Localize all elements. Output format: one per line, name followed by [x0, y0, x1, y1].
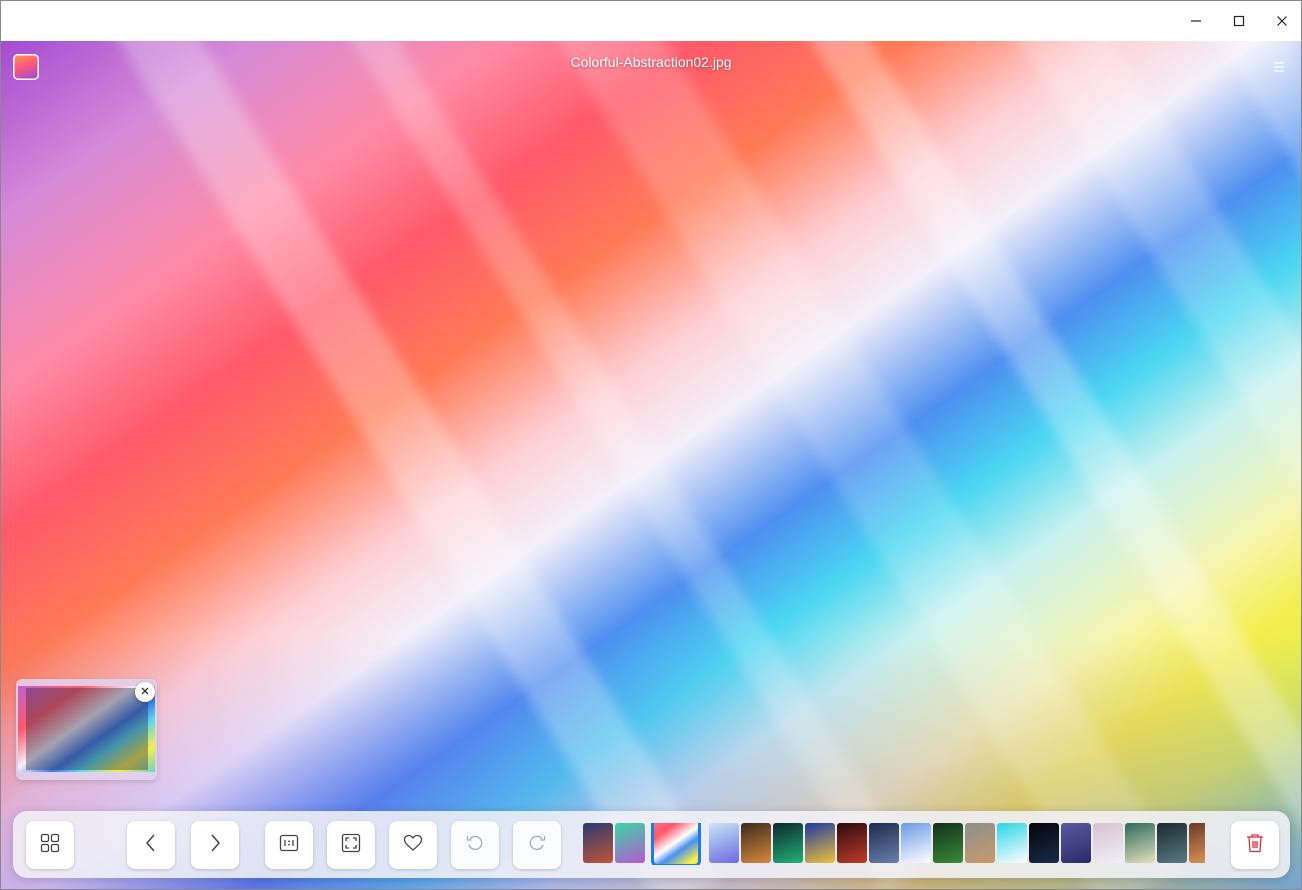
minimize-icon — [1190, 15, 1202, 27]
thumbnail[interactable] — [805, 823, 835, 863]
chevron-left-icon — [144, 833, 158, 858]
maximize-icon — [1233, 15, 1245, 27]
rotate-clockwise-icon — [527, 833, 547, 858]
rotate-left-button[interactable] — [451, 821, 499, 869]
navigation-preview[interactable] — [16, 679, 157, 780]
thumbnail[interactable] — [1093, 823, 1123, 863]
next-button[interactable] — [191, 821, 239, 869]
close-icon — [140, 683, 150, 701]
close-button[interactable] — [1260, 1, 1301, 41]
thumbnail[interactable] — [1029, 823, 1059, 863]
thumbnail[interactable] — [901, 823, 931, 863]
thumbnail-current[interactable] — [651, 823, 701, 865]
thumbnail[interactable] — [583, 823, 613, 863]
navigator-viewport-frame[interactable] — [26, 688, 148, 770]
original-size-button[interactable] — [265, 821, 313, 869]
grid-icon — [40, 833, 60, 858]
fit-window-button[interactable] — [327, 821, 375, 869]
thumbnail[interactable] — [965, 823, 995, 863]
thumbnail[interactable] — [709, 823, 739, 863]
trash-icon — [1246, 833, 1264, 858]
thumbnail[interactable] — [741, 823, 771, 863]
rotate-counterclockwise-icon — [465, 833, 485, 858]
navigator-close-button[interactable] — [135, 682, 155, 702]
thumbnail-view-button[interactable] — [26, 821, 74, 869]
favorite-button[interactable] — [389, 821, 437, 869]
close-icon — [1276, 15, 1288, 27]
fit-to-window-icon — [341, 833, 361, 858]
image-title: Colorful-Abstraction02.jpg — [570, 54, 732, 70]
maximize-button[interactable] — [1217, 1, 1260, 41]
thumbnail[interactable] — [869, 823, 899, 863]
main-menu-button[interactable] — [1271, 59, 1287, 75]
thumbnail[interactable] — [1125, 823, 1155, 863]
thumbnail[interactable] — [773, 823, 803, 863]
thumbnail[interactable] — [837, 823, 867, 863]
thumbnail[interactable] — [1189, 823, 1205, 863]
image-canvas[interactable]: Colorful-Abstraction02.jpg — [1, 41, 1301, 889]
thumbnail[interactable] — [997, 823, 1027, 863]
minimize-button[interactable] — [1174, 1, 1217, 41]
actual-size-1-1-icon — [279, 833, 299, 858]
chevron-right-icon — [208, 833, 222, 858]
thumbnail[interactable] — [1061, 823, 1091, 863]
heart-icon — [403, 833, 423, 858]
thumbnail-strip[interactable] — [583, 823, 1205, 865]
delete-button[interactable] — [1231, 821, 1279, 869]
bottom-toolbar — [13, 811, 1290, 878]
rotate-right-button[interactable] — [513, 821, 561, 869]
thumbnail[interactable] — [933, 823, 963, 863]
title-bar[interactable] — [1, 1, 1301, 41]
thumbnail[interactable] — [615, 823, 645, 863]
previous-button[interactable] — [127, 821, 175, 869]
hamburger-menu-icon — [1271, 62, 1287, 79]
image-viewer-window: Colorful-Abstraction02.jpg — [0, 0, 1302, 890]
thumbnail[interactable] — [1157, 823, 1187, 863]
